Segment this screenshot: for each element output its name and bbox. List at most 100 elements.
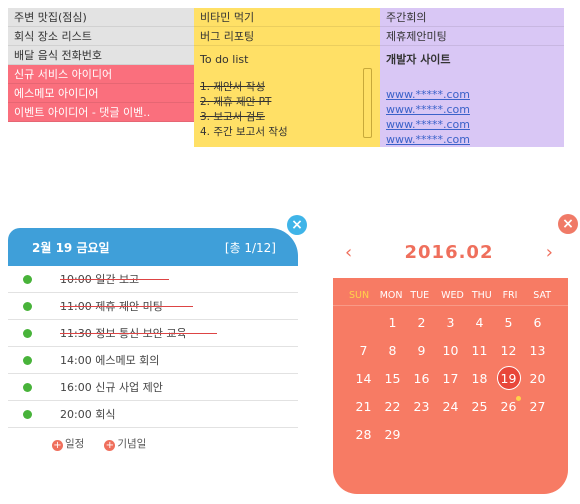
calendar-day[interactable]: 5	[494, 308, 523, 336]
todo-list[interactable]: To do list 1. 제안서 작성 2. 제휴 제안 PT 3. 보고서 …	[194, 48, 380, 147]
status-dot-icon	[23, 274, 32, 284]
schedule-title: 신규 사업 제안	[95, 381, 163, 394]
memo-item[interactable]: 회식 장소 리스트	[8, 27, 194, 46]
next-month-icon[interactable]: ›	[546, 242, 553, 263]
dev-sites-title: 개발자 사이트	[386, 53, 451, 66]
calendar-day[interactable]: 17	[436, 364, 465, 392]
calendar-day[interactable]: 12	[494, 336, 523, 364]
calendar-day[interactable]: 13	[523, 336, 552, 364]
add-anniversary-button[interactable]: + 기념일	[104, 436, 146, 451]
weekday-header: SUN MON TUE WED THU FRI SAT	[333, 278, 568, 306]
schedule-entry: 11:30 정보 통신 보안 교육	[60, 325, 217, 341]
schedule-entry: 16:00 신규 사업 제안	[60, 379, 163, 395]
todo-title: To do list	[200, 53, 249, 66]
memo-purple-column: 주간회의 제휴제안미팅 개발자 사이트 www.*****.com www.**…	[380, 8, 564, 147]
status-dot-icon	[23, 382, 32, 392]
todo-item: 1. 제안서 작성	[200, 81, 265, 93]
calendar-day[interactable]: 24	[436, 392, 465, 420]
calendar-grid: 1 2 3 4 5 6 7 8 9 10 11 12 13 14 15 16 17 18 19 20 21 22 23 24 2…	[333, 306, 568, 448]
memo-item[interactable]: 주간회의	[380, 8, 564, 27]
schedule-title: 회식	[95, 408, 116, 421]
add-anniversary-label: 기념일	[117, 438, 147, 450]
calendar-day[interactable]: 2	[407, 308, 436, 336]
schedule-widget: 2월 19 금요일 [총 1/12] 10:00 일간 보고 11:00 제휴 …	[8, 228, 298, 456]
schedule-row[interactable]: 10:00 일간 보고	[8, 266, 298, 293]
schedule-time: 11:00	[60, 300, 92, 313]
weekday-label: TUE	[410, 290, 430, 301]
calendar-day[interactable]: 28	[349, 420, 378, 448]
calendar-day[interactable]: 16	[407, 364, 436, 392]
schedule-row[interactable]: 14:00 에스메모 회의	[8, 347, 298, 374]
calendar-day[interactable]: 11	[465, 336, 494, 364]
calendar-day[interactable]: 1	[378, 308, 407, 336]
status-dot-icon	[23, 301, 32, 311]
memo-yellow-column: 비타민 먹기 버그 리포팅 To do list 1. 제안서 작성 2. 제휴…	[194, 8, 380, 147]
calendar-day[interactable]: 7	[349, 336, 378, 364]
dev-site-link[interactable]: www.*****.com	[380, 132, 564, 147]
memo-item[interactable]: 신규 서비스 아이디어	[8, 65, 194, 84]
calendar-day[interactable]: 10	[436, 336, 465, 364]
status-dot-icon	[23, 328, 32, 338]
calendar-day[interactable]: 20	[523, 364, 552, 392]
weekday-label: SUN	[349, 290, 370, 301]
calendar-day[interactable]: 9	[407, 336, 436, 364]
memo-gray-column: 주변 맛집(점심) 회식 장소 리스트 배달 음식 전화번호 신규 서비스 아이…	[8, 8, 194, 122]
schedule-title: 에스메모 회의	[95, 354, 160, 367]
schedule-entry: 14:00 에스메모 회의	[60, 352, 159, 368]
todo-scrollbar[interactable]	[363, 68, 372, 138]
memo-item[interactable]: 비타민 먹기	[194, 8, 380, 27]
schedule-row[interactable]: 11:00 제휴 제안 미팅	[8, 293, 298, 320]
schedule-entry: 11:00 제휴 제안 미팅	[60, 298, 193, 314]
todo-item: 2. 제휴 제안 PT	[200, 96, 272, 108]
memo-item[interactable]: 에스메모 아이디어	[8, 84, 194, 103]
calendar-day[interactable]: 18	[465, 364, 494, 392]
schedule-entry: 20:00 회식	[60, 406, 115, 422]
calendar-day[interactable]: 22	[378, 392, 407, 420]
dev-site-link[interactable]: www.*****.com	[380, 117, 564, 132]
memo-item[interactable]: 주변 맛집(점심)	[8, 8, 194, 27]
calendar-day[interactable]: 19	[496, 366, 521, 390]
dev-site-link[interactable]: www.*****.com	[380, 102, 564, 117]
schedule-row[interactable]: 16:00 신규 사업 제안	[8, 374, 298, 401]
schedule-row[interactable]: 20:00 회식	[8, 401, 298, 428]
schedule-row[interactable]: 11:30 정보 통신 보안 교육	[8, 320, 298, 347]
calendar-day[interactable]: 8	[378, 336, 407, 364]
schedule-page-count: [총 1/12]	[224, 240, 276, 255]
calendar-day[interactable]: 23	[407, 392, 436, 420]
todo-item: 3. 보고서 검토	[200, 111, 265, 123]
weekday-label: FRI	[502, 290, 518, 301]
schedule-header: 2월 19 금요일 [총 1/12]	[8, 228, 298, 266]
calendar-day[interactable]: 15	[378, 364, 407, 392]
weekday-label: THU	[471, 290, 492, 301]
prev-month-icon[interactable]: ‹	[345, 242, 352, 263]
calendar-day[interactable]: 26	[494, 392, 523, 420]
calendar-body: SUN MON TUE WED THU FRI SAT 1 2 3 4 5 6 7 8 9 10 1…	[333, 278, 568, 494]
plus-icon: +	[104, 440, 116, 451]
calendar-empty	[349, 308, 378, 336]
calendar-day[interactable]: 4	[465, 308, 494, 336]
calendar-day[interactable]: 27	[523, 392, 552, 420]
schedule-time: 16:00	[60, 381, 92, 394]
memo-item[interactable]: 이벤트 아이디어 - 댓글 이벤..	[8, 103, 194, 122]
dev-site-link[interactable]: www.*****.com	[380, 87, 564, 102]
memo-item[interactable]: 배달 음식 전화번호	[8, 46, 194, 65]
status-dot-icon	[23, 355, 32, 365]
calendar-day[interactable]: 3	[436, 308, 465, 336]
calendar-day[interactable]: 29	[378, 420, 407, 448]
calendar-day[interactable]: 14	[349, 364, 378, 392]
schedule-title: 일간 보고	[95, 273, 140, 286]
schedule-footer: + 일정 + 기념일	[8, 428, 298, 451]
calendar-day[interactable]: 6	[523, 308, 552, 336]
calendar-header: ‹ 2016.02 ›	[333, 232, 565, 272]
memo-item[interactable]: 제휴제안미팅	[380, 27, 564, 46]
calendar-day[interactable]: 25	[465, 392, 494, 420]
schedule-time: 14:00	[60, 354, 92, 367]
calendar-day[interactable]: 21	[349, 392, 378, 420]
weekday-label: MON	[379, 290, 403, 301]
plus-icon: +	[52, 440, 63, 451]
schedule-time: 11:30	[60, 327, 92, 340]
calendar-close-icon[interactable]: ×	[558, 214, 578, 234]
memo-item[interactable]: 버그 리포팅	[194, 27, 380, 46]
add-event-button[interactable]: + 일정	[52, 436, 84, 451]
schedule-time: 10:00	[60, 273, 92, 286]
